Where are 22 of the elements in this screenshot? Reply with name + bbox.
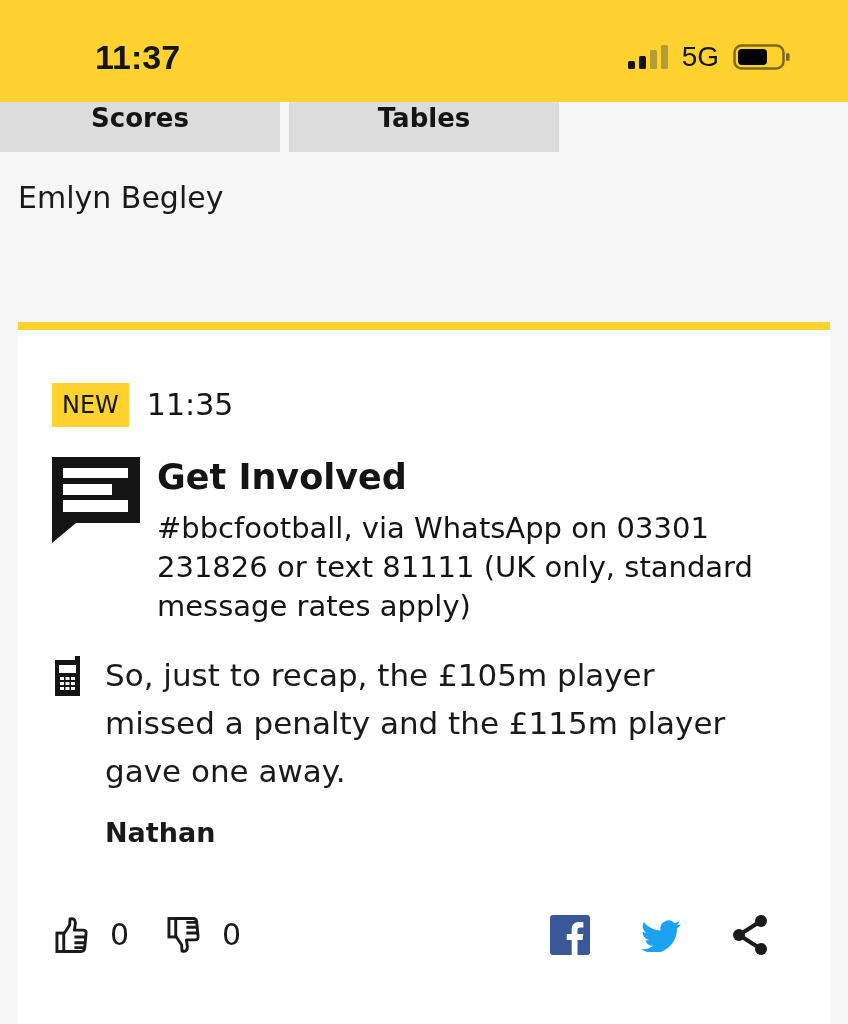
facebook-icon[interactable] (550, 915, 590, 955)
signal-icon (627, 45, 668, 69)
tab[interactable]: Scores (0, 102, 280, 152)
mobile-phone-icon (55, 656, 80, 696)
tab[interactable]: Tables (289, 102, 559, 152)
share-icon[interactable] (732, 915, 768, 955)
twitter-icon[interactable] (641, 918, 681, 952)
post-time: 11:35 (146, 387, 234, 423)
new-badge: NEW (52, 383, 129, 427)
network-label: 5G (681, 41, 719, 73)
sender-name: Nathan (105, 816, 217, 850)
thumbs-up-icon (55, 916, 88, 954)
speech-bubble-icon (52, 457, 140, 543)
post-body: #bbcfootball, via WhatsApp on 03301 231826 or text 81111 (UK only, standard message rates apply) (157, 510, 754, 625)
message-text: So, just to recap, the £105m player missed a penalty and the £115m player gave one away. (105, 656, 727, 791)
dislike-button[interactable]: 0 (167, 915, 242, 955)
like-button[interactable]: 0 (55, 915, 130, 955)
clock-time: 11:37 (95, 37, 181, 77)
battery-icon (733, 44, 790, 70)
post-title: Get Involved (157, 457, 408, 497)
thumbs-down-icon (167, 916, 201, 954)
author-name: Emlyn Begley (18, 180, 225, 216)
